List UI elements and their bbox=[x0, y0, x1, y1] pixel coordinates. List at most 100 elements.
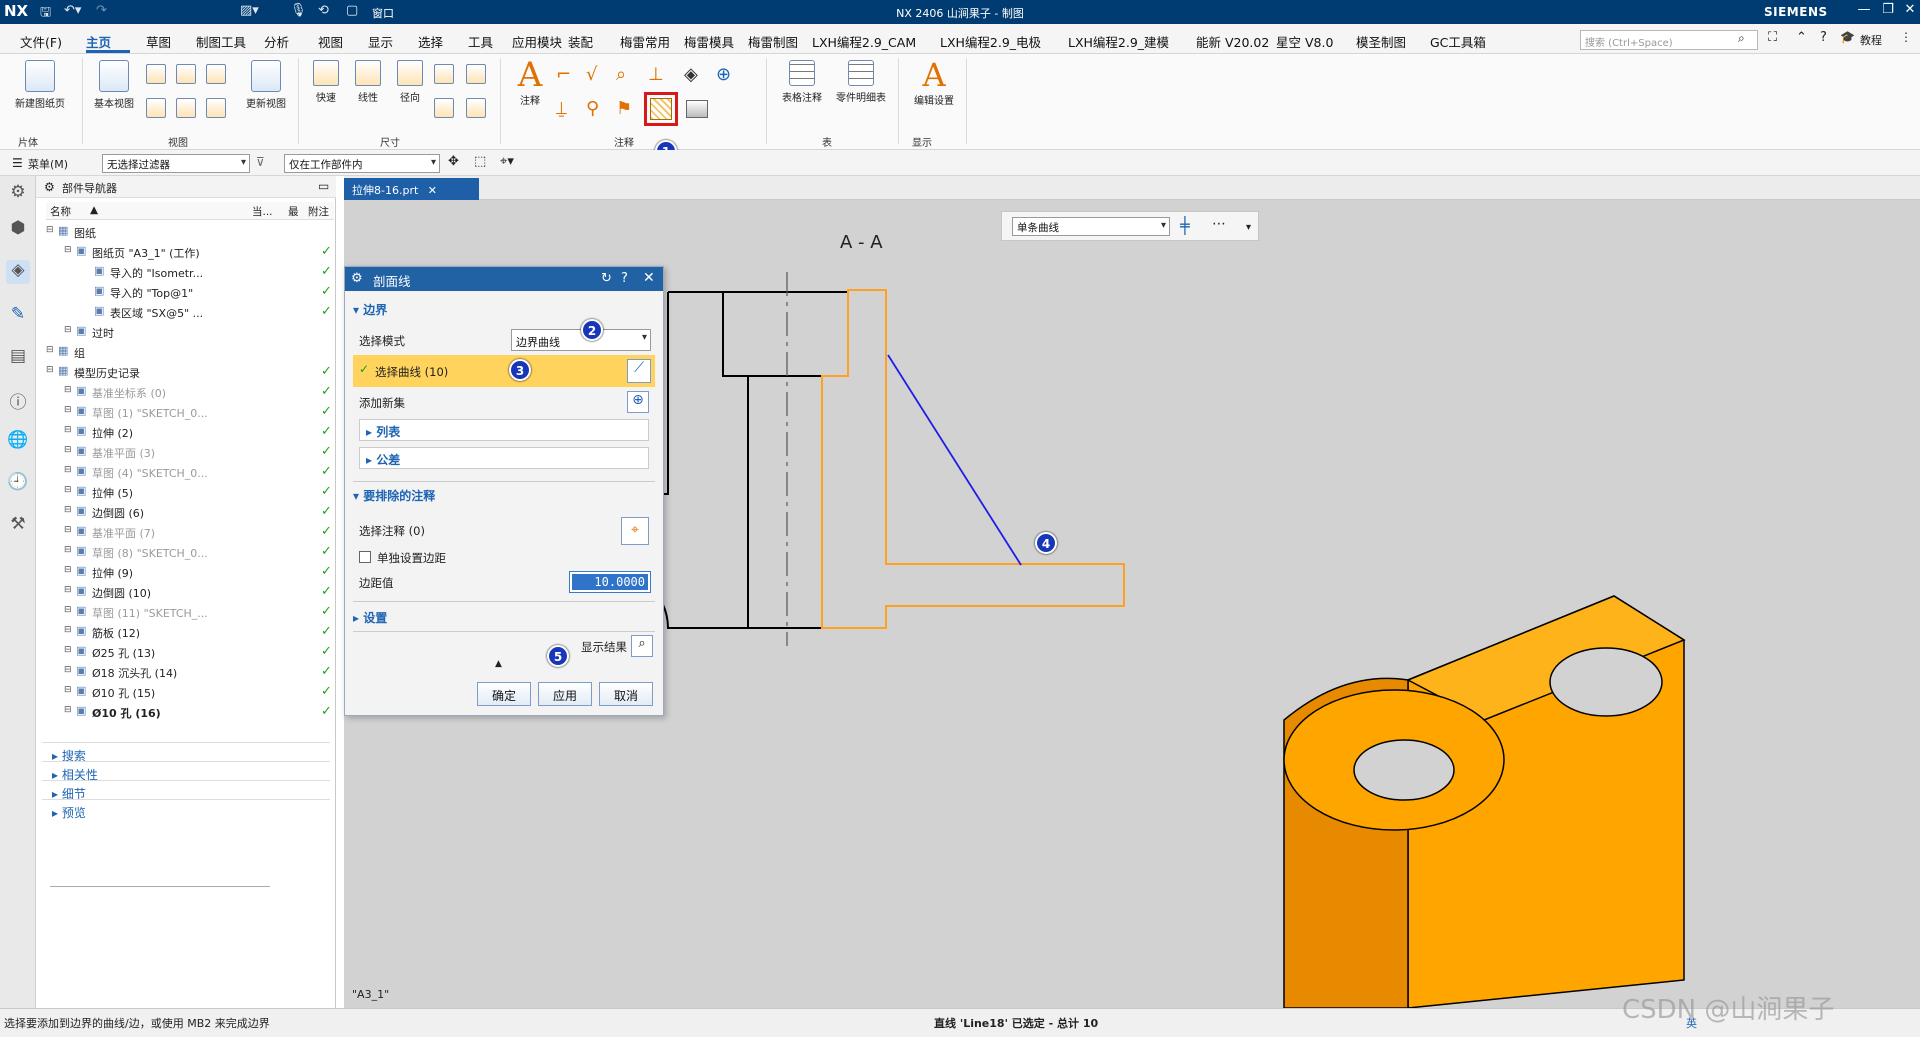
note-button[interactable]: A 注释 bbox=[508, 58, 552, 107]
datum-feature-icon[interactable]: ⍊ bbox=[556, 98, 567, 119]
dialog-gear-icon[interactable]: ⚙ bbox=[351, 271, 363, 286]
expand-toggle-icon[interactable]: ⊟ bbox=[64, 425, 72, 435]
tree-row[interactable]: ⊟ ▣ Ø18 沉头孔 (14) ✓ bbox=[46, 662, 336, 682]
curve-rule-select[interactable]: 单条曲线 bbox=[1012, 217, 1170, 236]
tree-row[interactable]: ⊟ ▣ Ø10 孔 (15) ✓ bbox=[46, 682, 336, 702]
menu-tab-6[interactable]: 选择 bbox=[418, 32, 443, 51]
margin-input[interactable]: 10.0000 bbox=[569, 571, 651, 593]
expand-toggle-icon[interactable]: ⊟ bbox=[64, 245, 72, 255]
radial-dim-button[interactable]: 径向 bbox=[390, 60, 430, 104]
view-boundary-icon[interactable] bbox=[206, 98, 226, 118]
tree-row[interactable]: ⊟ ▣ 草图 (11) "SKETCH_... ✓ bbox=[46, 602, 336, 622]
curve-select-icon[interactable]: ⟋ bbox=[627, 359, 651, 383]
tree-row[interactable]: ⊟ ▣ Ø25 孔 (13) ✓ bbox=[46, 642, 336, 662]
collapse-icon[interactable]: ▲ bbox=[495, 659, 502, 669]
ime-indicator[interactable]: 英 bbox=[1686, 1015, 1697, 1031]
detail-view-icon[interactable] bbox=[206, 64, 226, 84]
close-tab-icon[interactable]: ✕ bbox=[428, 184, 437, 197]
col-latest[interactable]: 最 bbox=[288, 204, 299, 219]
settings-icon[interactable]: ⚙ bbox=[6, 182, 30, 206]
intersection-icon[interactable]: ╪ bbox=[1180, 216, 1190, 235]
menu-tab-4[interactable]: 视图 bbox=[318, 32, 343, 51]
menu-tab-13[interactable]: LXH编程2.9_CAM bbox=[812, 32, 916, 51]
weld-symbol-icon[interactable]: ⌕ bbox=[616, 64, 626, 85]
expand-toggle-icon[interactable]: ⊟ bbox=[64, 645, 72, 655]
parts-list-button[interactable]: 零件明细表 bbox=[830, 60, 892, 104]
expand-toggle-icon[interactable]: ⊟ bbox=[46, 225, 54, 235]
expand-toggle-icon[interactable]: ⊟ bbox=[64, 505, 72, 515]
hamburger-icon[interactable]: ☰ bbox=[12, 156, 23, 170]
reuse-library-icon[interactable]: ▤ bbox=[6, 346, 30, 370]
list-section[interactable]: ▸ 列表 bbox=[359, 419, 649, 441]
type-filter-select[interactable]: 无选择过滤器 bbox=[102, 154, 250, 173]
part-navigator-icon[interactable]: ◈ bbox=[6, 260, 30, 284]
tree-row[interactable]: ⊟ ▣ 过时 bbox=[46, 322, 336, 342]
filter-icon[interactable]: ⊽ bbox=[256, 155, 265, 169]
snap-icon[interactable]: ✥ bbox=[448, 154, 459, 169]
single-margin-checkbox[interactable] bbox=[359, 551, 371, 563]
expand-toggle-icon[interactable]: ⊟ bbox=[64, 465, 72, 475]
datum-target-icon[interactable]: ⊥ bbox=[648, 64, 664, 85]
expand-toggle-icon[interactable]: ⊟ bbox=[64, 525, 72, 535]
minimize-icon[interactable]: — bbox=[1852, 2, 1876, 17]
tree-row[interactable]: ⊟ ▣ Ø10 孔 (16) ✓ bbox=[46, 702, 336, 722]
area-fill-image-icon[interactable] bbox=[686, 100, 708, 118]
menu-tab-15[interactable]: LXH编程2.9_建模 bbox=[1068, 32, 1169, 51]
base-view-button[interactable]: 基本视图 bbox=[88, 60, 140, 110]
tree-row[interactable]: ⊟ ▣ 图纸页 "A3_1" (工作) ✓ bbox=[46, 242, 336, 262]
expand-toggle-icon[interactable]: ⊟ bbox=[64, 405, 72, 415]
expand-toggle-icon[interactable]: ⊟ bbox=[64, 485, 72, 495]
assembly-navigator-icon[interactable]: ⬢ bbox=[6, 218, 30, 242]
new-sheet-button[interactable]: 新建图纸页 bbox=[8, 60, 72, 110]
menu-tab-16[interactable]: 能新 V20.02 bbox=[1196, 32, 1269, 51]
table-note-button[interactable]: 表格注释 bbox=[772, 60, 832, 104]
ribbon-collapse-icon[interactable]: ⌃ bbox=[1796, 30, 1807, 45]
tree-row[interactable]: ⊟ ▦ 图纸 bbox=[46, 222, 336, 242]
toolbar-dropdown-icon[interactable]: ▾ bbox=[1246, 222, 1251, 233]
close-icon[interactable]: ✕ bbox=[1898, 2, 1920, 17]
reset-icon[interactable]: ↻ bbox=[601, 271, 612, 286]
tutorial-icon[interactable]: 🎓 bbox=[1840, 30, 1855, 44]
file-menu[interactable]: 文件(F) bbox=[20, 32, 62, 51]
fullscreen-icon[interactable]: ⛶ bbox=[1768, 30, 1777, 45]
tree-row[interactable]: ▣ 导入的 "Top@1" ✓ bbox=[46, 282, 336, 302]
boundary-section[interactable]: ▾ 边界 bbox=[353, 301, 655, 318]
view-link-icon[interactable] bbox=[176, 98, 196, 118]
thickness-dim-icon[interactable] bbox=[434, 98, 454, 118]
menu-tab-5[interactable]: 显示 bbox=[368, 32, 393, 51]
tree-row[interactable]: ⊟ ▦ 模型历史记录 ✓ bbox=[46, 362, 336, 382]
tree-row[interactable]: ⊟ ▣ 草图 (8) "SKETCH_0... ✓ bbox=[46, 542, 336, 562]
menu-tab-0[interactable]: 主页 bbox=[86, 32, 111, 51]
select-curves-row[interactable]: ✓ 选择曲线 (10) ⟋ bbox=[353, 355, 655, 387]
menu-tab-1[interactable]: 草图 bbox=[146, 32, 171, 51]
menu-button[interactable]: 菜单(M) bbox=[28, 156, 68, 172]
tree-row[interactable]: ⊟ ▣ 拉伸 (2) ✓ bbox=[46, 422, 336, 442]
dialog-help-icon[interactable]: ? bbox=[621, 271, 628, 286]
select-annotation-icon[interactable]: ⌖ bbox=[621, 517, 649, 545]
add-set-icon[interactable]: ⊕ bbox=[627, 391, 649, 413]
menu-tab-14[interactable]: LXH编程2.9_电极 bbox=[940, 32, 1041, 51]
expand-toggle-icon[interactable]: ⊟ bbox=[46, 365, 54, 375]
expand-toggle-icon[interactable]: ⊟ bbox=[64, 585, 72, 595]
area-fill-icon[interactable]: ◈ bbox=[684, 64, 698, 85]
web-browser-icon[interactable]: 🌐 bbox=[6, 430, 30, 454]
expand-toggle-icon[interactable]: ⊟ bbox=[64, 665, 72, 675]
drafting-navigator-icon[interactable]: ✎ bbox=[6, 304, 30, 328]
tree-row[interactable]: ⊟ ▣ 边倒圆 (6) ✓ bbox=[46, 502, 336, 522]
more-icon[interactable]: ⋮ bbox=[1900, 30, 1912, 44]
projected-view-icon[interactable] bbox=[146, 64, 166, 84]
more-options-icon[interactable]: ⋯ bbox=[1212, 216, 1226, 232]
menu-tab-17[interactable]: 星空 V8.0 bbox=[1276, 32, 1333, 51]
maximize-navigator-icon[interactable]: ▭ bbox=[318, 179, 329, 193]
break-view-icon[interactable] bbox=[146, 98, 166, 118]
select-all-icon[interactable]: ⬚ bbox=[474, 154, 486, 169]
expand-toggle-icon[interactable]: ⊟ bbox=[64, 445, 72, 455]
expand-toggle-icon[interactable]: ⊟ bbox=[46, 345, 54, 355]
show-result-icon[interactable]: ⌕ bbox=[631, 635, 653, 657]
tree-row[interactable]: ⊟ ▦ 组 bbox=[46, 342, 336, 362]
target-point-icon[interactable]: ⚑ bbox=[616, 98, 632, 119]
menu-tab-10[interactable]: 梅雷常用 bbox=[620, 32, 670, 51]
update-view-button[interactable]: 更新视图 bbox=[238, 60, 294, 110]
tree-row[interactable]: ⊟ ▣ 拉伸 (5) ✓ bbox=[46, 482, 336, 502]
menu-tab-8[interactable]: 应用模块 bbox=[512, 32, 562, 51]
